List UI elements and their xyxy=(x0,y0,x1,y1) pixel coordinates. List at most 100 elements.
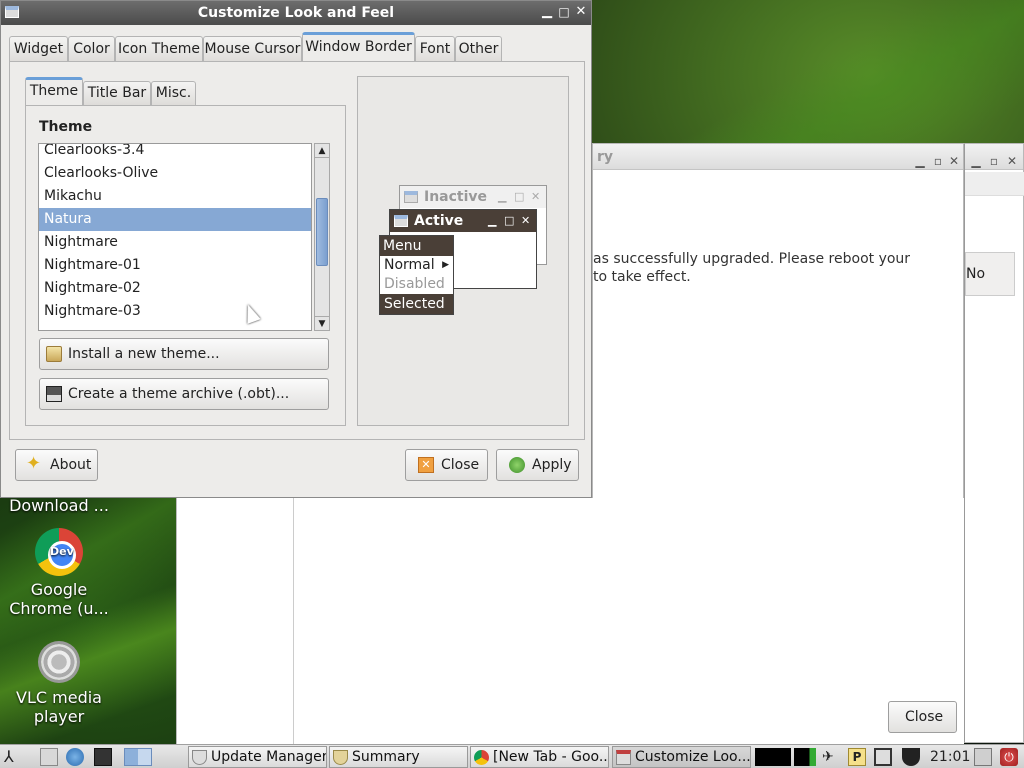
background-window-titlebar: ry ▁ ▫ ✕ xyxy=(593,144,963,170)
tab-font-label: Font xyxy=(419,41,451,57)
scroll-down-icon[interactable]: ▼ xyxy=(315,316,329,330)
list-item[interactable]: Clearlooks-3.4 xyxy=(39,144,311,162)
desktop-icon-vlc-label: VLC media player xyxy=(16,688,102,726)
about-button[interactable]: ✦ About xyxy=(15,449,98,481)
clipboard-icon[interactable] xyxy=(874,748,892,766)
theme-list-scrollbar[interactable]: ▲ ▼ xyxy=(314,143,330,331)
no-button[interactable]: No xyxy=(965,252,1015,296)
desktop-icon-download[interactable]: Download ... xyxy=(4,496,114,515)
preview-menu-disabled: Disabled xyxy=(384,276,445,292)
desktop-icon-vlc[interactable]: VLC media player xyxy=(4,644,114,726)
background-window-lower[interactable] xyxy=(176,498,964,744)
preview-inactive-title: Inactive xyxy=(424,189,488,205)
tab-color-label: Color xyxy=(73,41,110,57)
close-button-background[interactable]: Close xyxy=(888,701,957,733)
star-icon: ✦ xyxy=(26,453,42,474)
list-item[interactable]: Nightmare xyxy=(39,231,311,254)
clock[interactable]: 21:01 xyxy=(930,747,970,767)
theme-heading: Theme xyxy=(39,119,93,135)
maximize-icon: □ xyxy=(514,190,525,203)
list-item[interactable]: Mikachu xyxy=(39,185,311,208)
close-icon: ✕ xyxy=(531,190,541,203)
upgrade-message-line-2: to take effect. xyxy=(593,269,691,285)
subtab-misc-label: Misc. xyxy=(155,85,192,101)
tab-mouse-cursor[interactable]: Mouse Cursor xyxy=(203,36,302,62)
tab-icon-theme-label: Icon Theme xyxy=(117,41,200,57)
list-item[interactable]: Clearlooks-Olive xyxy=(39,162,311,185)
preview-menu-selected: Selected xyxy=(380,294,453,314)
desktop-icon-chrome[interactable]: Dev Google Chrome (u... xyxy=(4,528,114,618)
tab-widget[interactable]: Widget xyxy=(9,36,68,62)
start-menu-icon[interactable]: ⅄ xyxy=(4,748,22,766)
terminal-icon[interactable] xyxy=(94,748,112,766)
maximize-icon[interactable]: ▫ xyxy=(985,148,1003,174)
power-icon[interactable]: ⏻ xyxy=(1000,748,1018,766)
close-button-background-label: Close xyxy=(905,709,944,725)
install-theme-button[interactable]: Install a new theme... xyxy=(39,338,329,370)
shield-icon xyxy=(192,750,207,765)
window-title: Customize Look and Feel xyxy=(197,5,395,21)
about-button-label: About xyxy=(50,457,92,473)
subtab-theme[interactable]: Theme xyxy=(25,77,83,105)
list-item-selected[interactable]: Natura xyxy=(39,208,311,231)
subtab-title-bar[interactable]: Title Bar xyxy=(83,81,151,105)
window-titlebar[interactable]: Customize Look and Feel ▁ □ ✕ xyxy=(1,1,591,25)
task-customize-label: Customize Loo... xyxy=(635,749,751,765)
tab-color[interactable]: Color xyxy=(68,36,115,62)
tab-font[interactable]: Font xyxy=(415,36,455,62)
close-icon[interactable]: ✕ xyxy=(573,4,589,20)
file-manager-icon[interactable] xyxy=(40,748,58,766)
task-update-manager[interactable]: Update Manager xyxy=(188,746,327,768)
subtab-misc[interactable]: Misc. xyxy=(151,81,196,105)
network-icon[interactable]: ✈ xyxy=(822,748,840,766)
theme-list[interactable]: Clearlooks-3.4 Clearlooks-Olive Mikachu … xyxy=(38,143,312,331)
create-archive-button[interactable]: Create a theme archive (.obt)... xyxy=(39,378,329,410)
network-activity-icon xyxy=(794,748,816,766)
desktop-switcher-icon[interactable] xyxy=(124,748,152,766)
window-menu-icon[interactable] xyxy=(5,6,19,18)
tab-widget-label: Widget xyxy=(13,41,64,57)
no-button-label: No xyxy=(966,266,986,282)
maximize-icon[interactable]: □ xyxy=(556,4,572,20)
background-window-right[interactable]: ▁ ▫ ✕ No xyxy=(964,143,1024,743)
browser-icon[interactable] xyxy=(66,748,84,766)
background-window-title: ry xyxy=(597,149,614,165)
close-button[interactable]: ✕ Close xyxy=(405,449,488,481)
task-new-tab-chrome[interactable]: [New Tab - Goo... xyxy=(470,746,609,768)
task-summary-label: Summary xyxy=(352,749,420,765)
lock-screen-icon[interactable] xyxy=(974,748,992,766)
cpu-monitor-graph xyxy=(755,748,791,766)
task-customize-look[interactable]: Customize Loo... xyxy=(612,746,751,768)
minimize-icon: ▁ xyxy=(498,190,507,203)
pidgin-p-icon[interactable]: P xyxy=(848,748,866,766)
vlc-gear-icon xyxy=(41,644,77,680)
preview-inactive-window-icon xyxy=(404,191,418,203)
minimize-icon[interactable]: ▁ xyxy=(967,148,985,174)
close-icon[interactable]: ✕ xyxy=(1003,148,1021,174)
scroll-thumb[interactable] xyxy=(316,198,328,266)
list-item[interactable]: Nightmare-02 xyxy=(39,277,311,300)
tab-icon-theme[interactable]: Icon Theme xyxy=(115,36,203,62)
tab-mouse-cursor-label: Mouse Cursor xyxy=(204,41,301,57)
security-shield-icon[interactable] xyxy=(902,748,920,766)
chrome-icon xyxy=(474,750,489,765)
list-item[interactable]: Nightmare-01 xyxy=(39,254,311,277)
package-icon xyxy=(46,346,62,362)
submenu-arrow-icon: ▶ xyxy=(442,260,449,270)
close-icon[interactable]: ✕ xyxy=(945,148,963,174)
minimize-icon[interactable]: ▁ xyxy=(539,4,555,20)
customize-look-and-feel-window[interactable]: Customize Look and Feel ▁ □ ✕ Widget Col… xyxy=(0,0,592,498)
chrome-dev-icon: Dev xyxy=(35,528,83,576)
minimize-icon[interactable]: ▁ xyxy=(911,148,929,174)
preview-active-window-icon xyxy=(394,215,408,227)
tab-other-label: Other xyxy=(458,41,499,57)
create-archive-button-label: Create a theme archive (.obt)... xyxy=(68,386,290,402)
right-window-titlebar: ▁ ▫ ✕ xyxy=(965,144,1023,170)
task-summary[interactable]: Summary xyxy=(329,746,468,768)
task-new-tab-label: [New Tab - Goo... xyxy=(493,749,609,765)
scroll-up-icon[interactable]: ▲ xyxy=(315,144,329,158)
tab-other[interactable]: Other xyxy=(455,36,502,62)
list-item[interactable]: Nightmare-03 xyxy=(39,300,311,323)
tab-window-border[interactable]: Window Border xyxy=(302,32,415,62)
apply-button[interactable]: Apply xyxy=(496,449,579,481)
